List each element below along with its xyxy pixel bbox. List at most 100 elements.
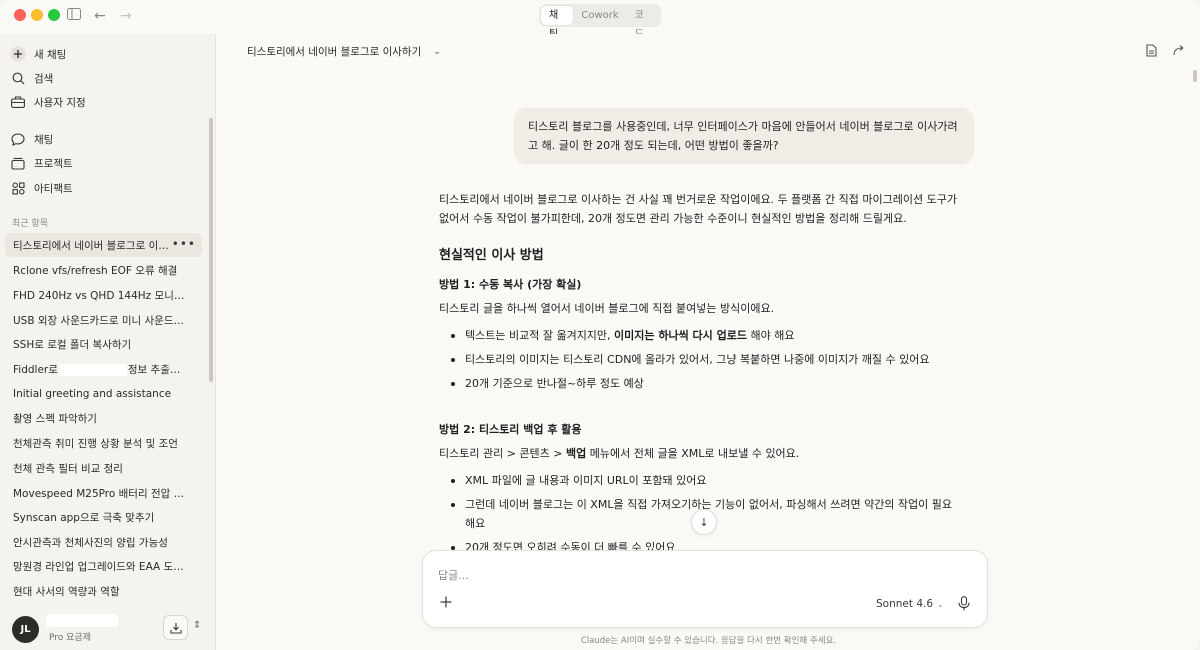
list-item: 텍스트는 비교적 잘 옮겨지지만, 이미지는 하나씩 다시 업로드 해야 해요: [439, 326, 959, 345]
recent-section-label: 최근 항목: [12, 219, 48, 229]
avatar[interactable]: JL: [12, 616, 39, 643]
recent-chat-label: Synscan app으로 극축 맞추기: [13, 511, 155, 524]
back-arrow-icon[interactable]: ←: [94, 8, 106, 24]
recent-chat-label: 망원경 라인업 업그레이드와 EAA 도입 검토: [13, 560, 185, 573]
close-window-button[interactable]: [14, 9, 26, 21]
method-2-desc: 티스토리 관리 > 콘텐츠 > 백업 메뉴에서 전체 글을 XML로 내보낼 수…: [439, 444, 959, 463]
projects-label: 프로젝트: [34, 157, 73, 170]
chevron-down-icon: ⌄: [937, 600, 944, 609]
recent-chat-item[interactable]: Initial greeting and assistance: [5, 382, 202, 406]
recent-chat-item[interactable]: USB 외장 사운드카드로 미니 사운드바 연결: [5, 308, 202, 332]
recent-chat-label: Movespeed M25Pro 배터리 전압 불량: [13, 487, 185, 500]
more-options-icon[interactable]: •••: [172, 238, 196, 250]
sidebar-item-artifacts[interactable]: 아티팩트: [10, 177, 73, 199]
recent-chat-label: 촬영 스펙 파악하기: [13, 412, 97, 425]
recent-chat-item[interactable]: FHD 240Hz vs QHD 144Hz 모니터 선택: [5, 283, 202, 307]
method-2-desc-text: 티스토리 관리 > 콘텐츠 >: [439, 447, 566, 460]
recent-chat-item[interactable]: Fiddler로 정보 추출하기: [5, 357, 202, 381]
list-item-text: 해야 해요: [746, 329, 795, 342]
zoom-window-button[interactable]: [48, 9, 60, 21]
user-profile[interactable]: JL Pro 요금제 ⇕: [12, 614, 212, 644]
recent-chat-label-prefix: Fiddler로: [13, 363, 58, 376]
recent-chat-item[interactable]: 천체 관측 필터 비교 정리: [5, 456, 202, 480]
microphone-icon[interactable]: [958, 596, 972, 612]
reply-input[interactable]: 답글...: [438, 567, 469, 583]
method-1-list: 텍스트는 비교적 잘 옮겨지지만, 이미지는 하나씩 다시 업로드 해야 해요 …: [439, 326, 959, 393]
chats-label: 채팅: [34, 133, 54, 146]
recent-chat-label: 천체 관측 필터 비교 정리: [13, 462, 123, 475]
chat-main: 티스토리에서 네이버 블로그로 이사하기 ⌄ 티스토리 블로그를 사용중인데, …: [217, 34, 1200, 650]
recent-chat-label: Fiddler로 정보 추출하기: [13, 362, 185, 377]
customize-label: 사용자 지정: [34, 96, 86, 109]
conversation-title-button[interactable]: 티스토리에서 네이버 블로그로 이사하기 ⌄: [247, 44, 441, 59]
sidebar-toggle-icon[interactable]: [67, 8, 81, 24]
list-item-text: 텍스트는 비교적 잘 옮겨지지만,: [465, 329, 615, 342]
main-scrollbar[interactable]: [1193, 70, 1197, 82]
new-chat-label: 새 채팅: [34, 48, 67, 61]
recent-chat-item[interactable]: 망원경 라인업 업그레이드와 EAA 도입 검토: [5, 554, 202, 578]
plus-icon: [440, 596, 452, 608]
model-selector[interactable]: Sonnet 4.6 ⌄: [876, 598, 944, 610]
recent-chat-item[interactable]: Movespeed M25Pro 배터리 전압 불량: [5, 481, 202, 505]
search-label: 검색: [34, 72, 54, 85]
disclaimer: Claude는 AI이며 실수할 수 있습니다. 응답을 다시 한번 확인해 주…: [580, 636, 837, 646]
method-2-desc-text: 메뉴에서 전체 글을 XML로 내보낼 수 있어요.: [586, 447, 800, 460]
recent-chat-item[interactable]: 티스토리에서 네이버 블로그로 이사하기 •••: [5, 233, 202, 257]
recent-chat-item[interactable]: 촬영 스펙 파악하기: [5, 406, 202, 430]
new-chat-button[interactable]: 새 채팅: [10, 43, 66, 65]
chevron-down-icon: ⌄: [433, 46, 441, 57]
sidebar: 새 채팅 검색 사용자 지정 채팅 프로젝트 아티팩트 최근 항목 티스토리에서…: [0, 34, 216, 650]
recent-chat-item[interactable]: 현대 사서의 역량과 역할: [5, 579, 202, 603]
recent-chat-item[interactable]: Synscan app으로 극축 맞추기: [5, 505, 202, 529]
recent-chat-label: FHD 240Hz vs QHD 144Hz 모니터 선택: [13, 289, 185, 302]
recent-chat-label: Initial greeting and assistance: [13, 388, 172, 400]
recent-chat-label: 천체관측 취미 진행 상황 분석 및 조언: [13, 437, 178, 450]
forward-arrow-icon[interactable]: →: [120, 8, 132, 24]
recent-chat-label: 티스토리에서 네이버 블로그로 이사하기: [13, 239, 173, 252]
sidebar-scrollbar[interactable]: [209, 118, 213, 382]
briefcase-icon: [10, 94, 26, 110]
list-item: 20개 기준으로 반나절~하루 정도 예상: [439, 374, 959, 393]
share-icon[interactable]: [1173, 44, 1185, 60]
account-switch-icon[interactable]: ⇕: [193, 620, 201, 631]
recent-chat-label: SSH로 로컬 폴더 복사하기: [13, 338, 132, 351]
redacted-user-name: [46, 614, 118, 627]
recent-chat-item[interactable]: SSH로 로컬 폴더 복사하기: [5, 332, 202, 356]
title-bar: ← → 채팅 Cowork 코드: [0, 0, 1200, 40]
folder-icon: [10, 155, 26, 171]
response-heading: 현실적인 이사 방법: [439, 248, 544, 263]
minimize-window-button[interactable]: [31, 9, 43, 21]
download-icon: [169, 622, 182, 634]
recent-chat-item[interactable]: Rclone vfs/refresh EOF 오류 해결: [5, 258, 202, 282]
method-1-desc: 티스토리 글을 하나씩 열어서 네이버 블로그에 직접 붙여넣는 방식이에요.: [439, 302, 775, 315]
recent-chat-label-suffix: 정보 추출하기: [127, 363, 185, 376]
tab-code[interactable]: 코드: [627, 6, 659, 40]
user-message: 티스토리 블로그를 사용중인데, 너무 인터페이스가 마음에 안들어서 네이버 …: [514, 108, 974, 164]
tab-chat[interactable]: 채팅: [541, 6, 574, 40]
scroll-to-bottom-button[interactable]: ↓: [691, 509, 717, 535]
download-button[interactable]: [163, 615, 188, 640]
method-1-title: 방법 1: 수동 복사 (가장 확실): [439, 278, 582, 291]
add-attachment-button[interactable]: [440, 595, 452, 611]
chat-bubble-icon: [10, 131, 26, 147]
list-item: XML 파일에 글 내용과 이미지 URL이 포함돼 있어요: [439, 471, 959, 490]
redacted-text: [58, 363, 127, 376]
app-window: ← → 채팅 Cowork 코드 새 채팅 검색 사용자 지정: [0, 0, 1200, 650]
sidebar-item-projects[interactable]: 프로젝트: [10, 152, 73, 174]
customize-button[interactable]: 사용자 지정: [10, 91, 86, 113]
mode-switcher: 채팅 Cowork 코드: [539, 4, 661, 40]
document-icon[interactable]: [1146, 44, 1157, 61]
artifacts-icon: [10, 180, 26, 196]
recent-chat-label: 안시관측과 천체사진의 양립 가능성: [13, 536, 168, 549]
tab-cowork[interactable]: Cowork: [573, 6, 626, 25]
recent-chat-item[interactable]: 천체관측 취미 진행 상황 분석 및 조언: [5, 431, 202, 455]
recent-chat-label: 현대 사서의 역량과 역할: [13, 585, 120, 598]
recent-chat-item[interactable]: 안시관측과 천체사진의 양립 가능성: [5, 530, 202, 554]
conversation-title: 티스토리에서 네이버 블로그로 이사하기: [247, 46, 422, 58]
search-button[interactable]: 검색: [10, 67, 53, 89]
list-item: 티스토리의 이미지는 티스토리 CDN에 올라가 있어서, 그냥 복붙하면 나중…: [439, 350, 959, 369]
assistant-response: 티스토리에서 네이버 블로그로 이사하는 건 사실 꽤 번거로운 작업이에요. …: [439, 190, 959, 562]
user-plan: Pro 요금제: [49, 633, 91, 643]
sidebar-item-chats[interactable]: 채팅: [10, 128, 53, 150]
method-2-title: 방법 2: 티스토리 백업 후 활용: [439, 423, 582, 436]
